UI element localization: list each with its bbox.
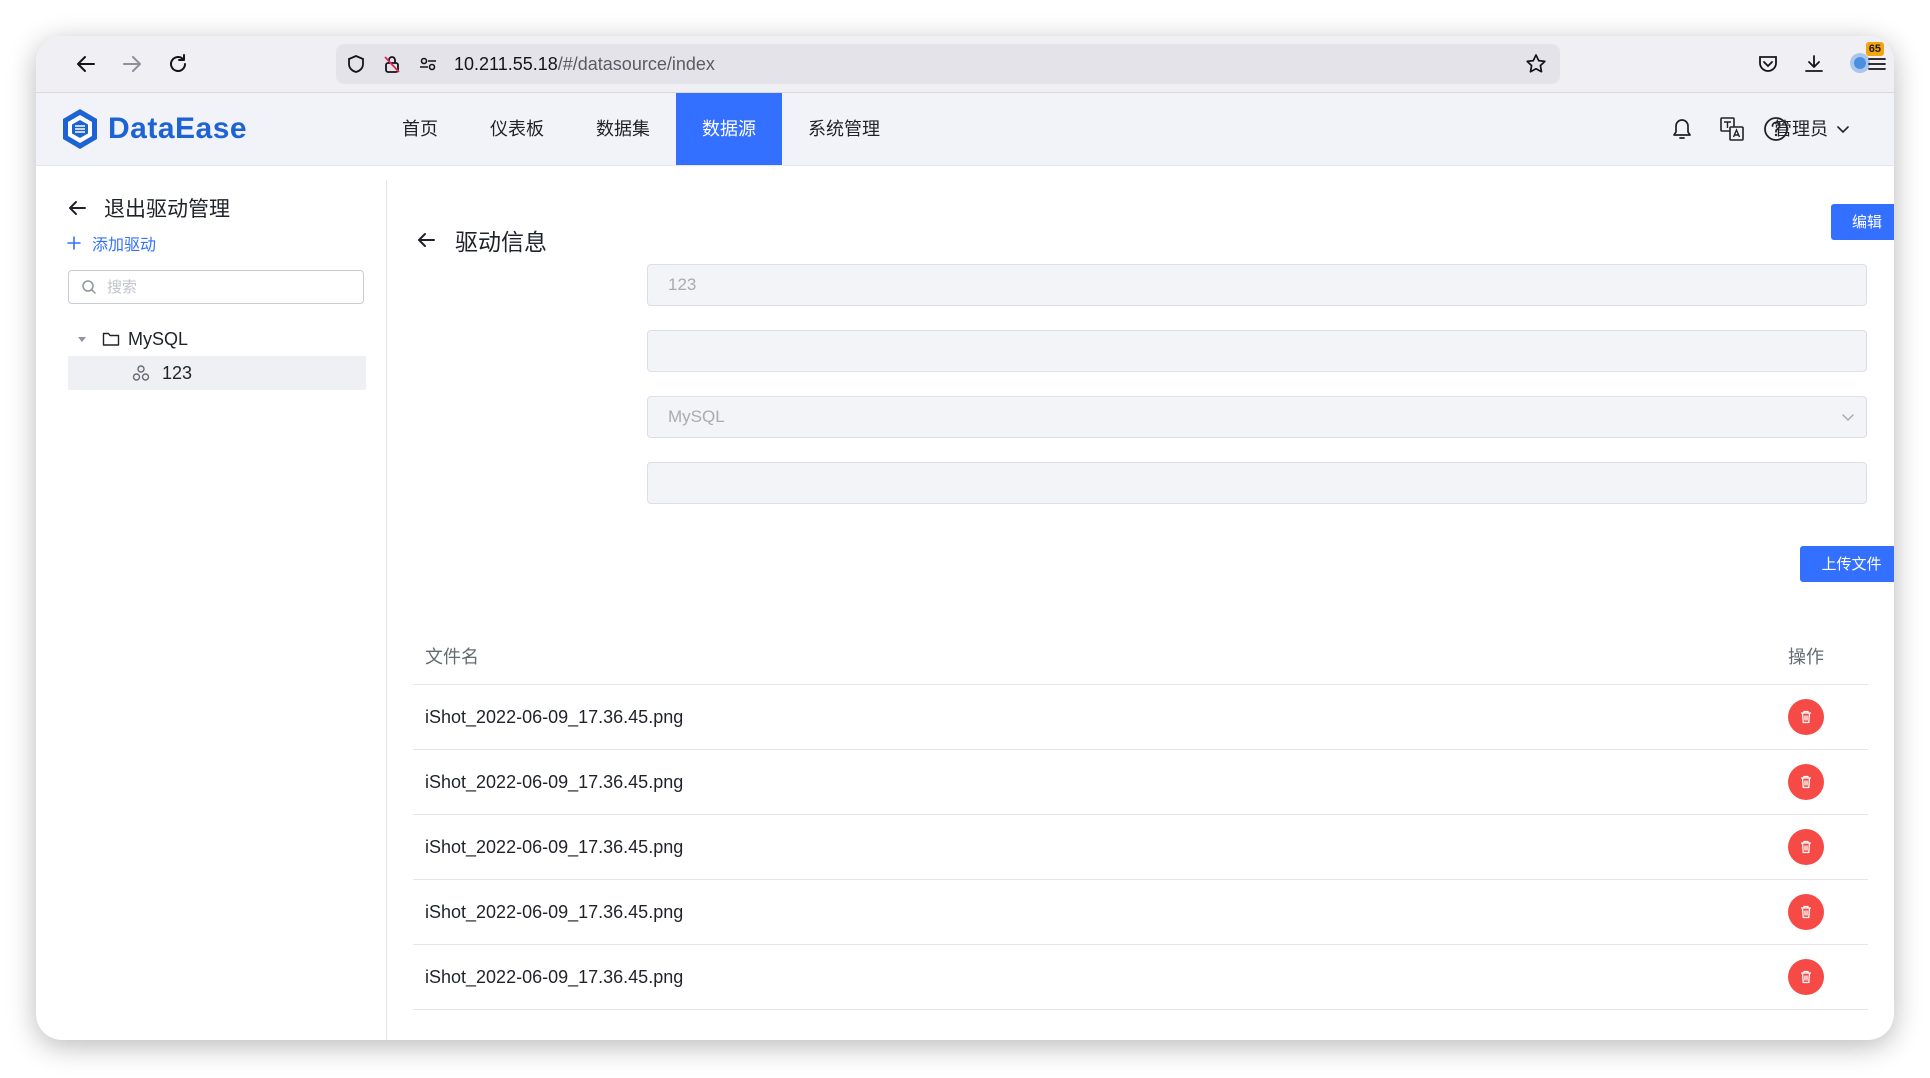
table-row: iShot_2022-06-09_17.36.45.png <box>413 685 1868 750</box>
form-row-type: *类型 MySQL <box>387 396 1894 438</box>
logo[interactable]: DataEase <box>60 107 247 151</box>
delete-file-button[interactable] <box>1788 894 1824 930</box>
table-row: iShot_2022-06-09_17.36.45.png <box>413 945 1868 1010</box>
forward-arrow-icon[interactable] <box>116 48 148 80</box>
nav-tab-datasource[interactable]: 数据源 <box>676 93 782 165</box>
main-nav: 首页 仪表板 数据集 数据源 系统管理 <box>376 93 906 165</box>
user-menu[interactable]: 管理员 <box>1774 93 1850 165</box>
url-path: /#/datasource/index <box>557 54 715 74</box>
chevron-down-icon <box>1842 414 1854 422</box>
form-row-description: 描述 <box>387 330 1894 372</box>
delete-file-button[interactable] <box>1788 699 1824 735</box>
bookmark-star-icon[interactable] <box>1524 52 1548 76</box>
column-header-actions: 操作 <box>1788 647 1824 667</box>
back-arrow-icon <box>69 201 86 215</box>
delete-file-button[interactable] <box>1788 829 1824 865</box>
reload-icon[interactable] <box>162 48 194 80</box>
table-row: iShot_2022-06-09_17.36.45.png <box>413 880 1868 945</box>
trash-icon <box>1801 775 1811 789</box>
driver-field[interactable] <box>647 462 1867 504</box>
pocket-icon[interactable] <box>1752 48 1784 80</box>
description-field[interactable] <box>647 330 1867 372</box>
driver-detail-panel: 编辑 驱动信息 *名称 123 描述 *类型 MySQL *驱动 上传文件 <box>387 180 1894 1040</box>
exit-driver-management-label: 退出驱动管理 <box>104 198 230 221</box>
tree-item-label: 123 <box>162 362 193 383</box>
nav-tab-dataset[interactable]: 数据集 <box>570 93 676 165</box>
file-name: iShot_2022-06-09_17.36.45.png <box>425 837 684 857</box>
trash-icon <box>1801 710 1811 724</box>
tree-group-label: MySQL <box>128 328 189 349</box>
form-row-driver: *驱动 <box>387 462 1894 504</box>
hamburger-menu-icon[interactable] <box>1862 48 1892 80</box>
app-header: DataEase 首页 仪表板 数据集 数据源 系统管理 管理员 <box>36 93 1894 166</box>
search-input[interactable] <box>105 277 349 297</box>
nav-tab-home[interactable]: 首页 <box>376 93 464 165</box>
user-name: 管理员 <box>1774 119 1828 139</box>
url-text[interactable]: 10.211.55.18/#/datasource/index <box>454 44 715 84</box>
address-bar[interactable]: 10.211.55.18/#/datasource/index <box>336 44 1560 84</box>
search-icon <box>82 280 96 294</box>
nav-tab-system-management[interactable]: 系统管理 <box>782 93 906 165</box>
folder-icon <box>102 332 120 346</box>
logo-text: DataEase <box>108 112 248 145</box>
exit-driver-management[interactable]: 退出驱动管理 <box>66 190 230 226</box>
table-header: 文件名 操作 <box>413 630 1868 685</box>
nav-tab-dashboard[interactable]: 仪表板 <box>464 93 570 165</box>
browser-toolbar: 10.211.55.18/#/datasource/index 65 <box>36 36 1894 93</box>
tree-item-driver[interactable]: 123 <box>68 356 366 390</box>
page-title: 驱动信息 <box>455 229 547 255</box>
table-row: iShot_2022-06-09_17.36.45.png <box>413 750 1868 815</box>
file-name: iShot_2022-06-09_17.36.45.png <box>425 772 684 792</box>
driver-sidebar: 退出驱动管理 添加驱动 MySQL 123 <box>36 180 387 1040</box>
driver-search[interactable] <box>68 270 364 304</box>
permissions-icon[interactable] <box>416 52 440 76</box>
table-row: iShot_2022-06-09_17.36.45.png <box>413 815 1868 880</box>
type-selected-value: MySQL <box>668 407 725 426</box>
chevron-down-icon <box>1837 126 1849 134</box>
notification-bell-icon[interactable] <box>1668 115 1696 143</box>
delete-file-button[interactable] <box>1788 959 1824 995</box>
browser-window: 10.211.55.18/#/datasource/index 65 DataE… <box>36 36 1894 1040</box>
add-driver-button[interactable]: 添加驱动 <box>66 230 156 256</box>
language-switch-icon[interactable] <box>1718 115 1746 143</box>
back-arrow-icon[interactable] <box>70 48 102 80</box>
delete-file-button[interactable] <box>1788 764 1824 800</box>
trash-icon <box>1801 970 1811 984</box>
dataease-logo-icon <box>63 109 97 149</box>
download-icon[interactable] <box>1798 48 1830 80</box>
edit-button[interactable]: 编辑 <box>1831 204 1894 240</box>
file-name: iShot_2022-06-09_17.36.45.png <box>425 902 684 922</box>
trash-icon <box>1801 905 1811 919</box>
plus-icon <box>67 236 81 250</box>
trash-icon <box>1801 840 1811 854</box>
url-host: 10.211.55.18 <box>454 54 558 74</box>
file-name: iShot_2022-06-09_17.36.45.png <box>425 707 684 727</box>
upload-file-button[interactable]: 上传文件 <box>1800 546 1894 582</box>
name-field[interactable]: 123 <box>647 264 1867 306</box>
section-header: 驱动信息 <box>415 222 547 258</box>
caret-down-icon[interactable] <box>76 333 88 345</box>
insecure-lock-icon[interactable] <box>380 52 404 76</box>
shield-icon[interactable] <box>344 52 368 76</box>
form-row-name: *名称 123 <box>387 264 1894 306</box>
back-arrow-icon[interactable] <box>415 229 437 251</box>
driver-node-icon <box>132 365 150 381</box>
add-driver-label: 添加驱动 <box>92 237 157 254</box>
file-name: iShot_2022-06-09_17.36.45.png <box>425 967 684 987</box>
column-header-filename: 文件名 <box>425 647 479 667</box>
tree-group-mysql[interactable]: MySQL <box>68 322 366 356</box>
type-select[interactable]: MySQL <box>647 396 1867 438</box>
